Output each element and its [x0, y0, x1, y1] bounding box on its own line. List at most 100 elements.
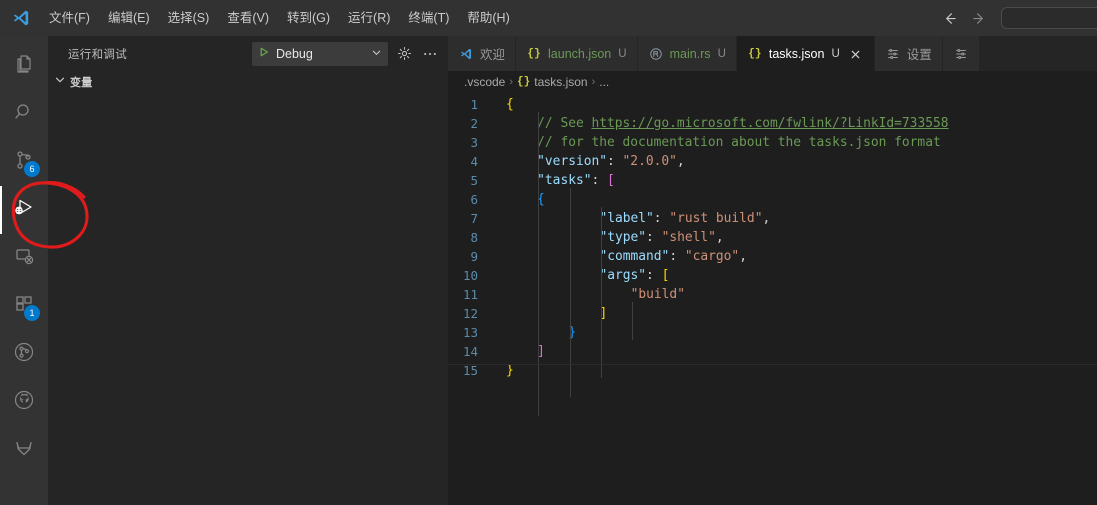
source-control-badge: 6 [24, 161, 40, 177]
editor-area: 欢迎 {} launch.json U main.rs U {} tasks.j… [448, 36, 1097, 505]
run-and-debug-panel: 运行和调试 Debug 变量 [48, 36, 448, 505]
code-line: // See https://go.microsoft.com/fwlink/?… [492, 114, 1097, 133]
indent-guide [538, 112, 539, 416]
editor-horizontal-scrollbar[interactable] [448, 364, 1097, 365]
line-number: 14 [462, 344, 478, 359]
code-line: "command": "cargo", [599, 249, 747, 264]
key-command: "command" [599, 249, 670, 264]
line-number: 10 [462, 268, 478, 283]
breadcrumb-file[interactable]: tasks.json [534, 75, 587, 89]
run-debug-icon [11, 195, 37, 226]
breadcrumb-overflow[interactable]: ... [599, 75, 609, 89]
line-number-gutter: 1 2 3 4 5 6 7 8 9 10 11 12 13 14 15 [448, 93, 492, 505]
remote-explorer-icon [12, 244, 36, 273]
debug-settings-gear-icon[interactable] [394, 44, 414, 64]
value-command: "cargo" [684, 249, 740, 264]
sidebar-item-gitlab[interactable] [0, 426, 48, 474]
sidebar-item-remote-explorer[interactable] [0, 234, 48, 282]
menu-help[interactable]: 帮助(H) [458, 6, 518, 30]
sidebar-item-explorer[interactable] [0, 42, 48, 90]
tab-launch-json[interactable]: {} launch.json U [516, 36, 638, 71]
sidebar-item-run-and-debug[interactable] [0, 186, 48, 234]
menu-go[interactable]: 转到(G) [278, 6, 339, 30]
debug-toolbar: Debug [252, 41, 440, 66]
menu-terminal[interactable]: 终端(T) [399, 6, 458, 30]
variables-list [48, 93, 448, 505]
rust-icon [648, 46, 664, 62]
debug-more-actions-ellipsis-icon[interactable] [420, 44, 440, 64]
brace-open-l1: { [506, 97, 514, 112]
tab-tasks-json[interactable]: {} tasks.json U [736, 36, 875, 71]
code-content[interactable]: { // See https://go.microsoft.com/fwlink… [492, 93, 1097, 505]
value-args-build: "build" [630, 287, 685, 302]
breadcrumb-folder[interactable]: .vscode [464, 75, 505, 89]
command-center-input[interactable] [1001, 7, 1097, 29]
code-line: "args": [ [599, 268, 670, 283]
gitlens-icon [11, 339, 37, 370]
json-icon: {} [748, 48, 762, 60]
github-icon [11, 387, 37, 418]
key-args: "args" [599, 268, 647, 283]
bracket-open-l1: [ [661, 268, 670, 283]
line-number: 6 [470, 192, 478, 207]
debug-configuration-select[interactable]: Debug [252, 41, 388, 66]
run-and-debug-header: 运行和调试 Debug [48, 36, 448, 71]
tab-label: launch.json [548, 46, 612, 61]
menu-selection[interactable]: 选择(S) [159, 6, 219, 30]
line-number: 9 [470, 249, 478, 264]
code-line: } [492, 323, 1097, 342]
panel-title: 运行和调试 [68, 48, 127, 61]
menu-view[interactable]: 查看(V) [218, 6, 278, 30]
doc-link[interactable]: https://go.microsoft.com/fwlink/?LinkId=… [591, 116, 948, 131]
vscode-logo-icon [8, 5, 34, 31]
tab-dirty-indicator: U [618, 47, 627, 60]
variables-section-header[interactable]: 变量 [48, 71, 448, 93]
chevron-down-icon [52, 72, 68, 93]
code-line: ] [492, 304, 1097, 323]
extensions-badge: 1 [24, 305, 40, 321]
arrow-left-icon[interactable] [939, 8, 959, 28]
title-bar: 文件(F) 编辑(E) 选择(S) 查看(V) 转到(G) 运行(R) 终端(T… [0, 0, 1097, 36]
tab-settings[interactable]: 设置 [874, 36, 943, 71]
line-number: 13 [462, 325, 478, 340]
gitlab-icon [12, 436, 36, 465]
code-editor[interactable]: 1 2 3 4 5 6 7 8 9 10 11 12 13 14 15 {//… [448, 93, 1097, 505]
tab-overflow[interactable] [942, 36, 980, 71]
tab-label: 设置 [906, 48, 932, 62]
arrow-right-icon[interactable] [969, 8, 989, 28]
title-bar-right [939, 0, 1097, 36]
sidebar-item-source-control[interactable]: 6 [0, 138, 48, 186]
comment-see: // See [537, 116, 592, 131]
close-icon[interactable] [848, 46, 864, 62]
menu-run[interactable]: 运行(R) [339, 6, 399, 30]
line-number: 1 [470, 97, 478, 112]
key-type: "type" [599, 230, 647, 245]
tab-main-rs[interactable]: main.rs U [637, 36, 737, 71]
json-icon: {} [517, 76, 531, 88]
value-type: "shell" [661, 230, 716, 245]
debug-configuration-name: Debug [276, 46, 313, 61]
menu-file[interactable]: 文件(F) [40, 6, 99, 30]
chevron-right-icon: › [591, 76, 596, 88]
value-label: "rust build" [669, 211, 763, 226]
sidebar-item-search[interactable] [0, 90, 48, 138]
tab-welcome[interactable]: 欢迎 [448, 36, 517, 71]
menu-edit[interactable]: 编辑(E) [99, 6, 159, 30]
indent-guide [569, 188, 571, 397]
code-line: { [492, 95, 1097, 114]
tab-label: tasks.json [768, 47, 825, 61]
vscode-logo-icon [458, 46, 474, 62]
line-number: 8 [470, 230, 478, 245]
sidebar-item-extensions[interactable]: 1 [0, 282, 48, 330]
line-number: 12 [462, 306, 478, 321]
sidebar-item-gitlens[interactable] [0, 330, 48, 378]
tab-label: main.rs [669, 46, 711, 61]
code-line: // for the documentation about the tasks… [492, 133, 1097, 152]
variables-section-label: 变量 [70, 77, 93, 89]
sidebar-item-github[interactable] [0, 378, 48, 426]
chevron-right-icon: › [509, 76, 514, 88]
code-line: "type": "shell", [599, 230, 724, 245]
key-version: "version" [537, 154, 608, 169]
play-triangle-icon [258, 45, 270, 63]
tab-dirty-indicator: U [717, 47, 726, 60]
